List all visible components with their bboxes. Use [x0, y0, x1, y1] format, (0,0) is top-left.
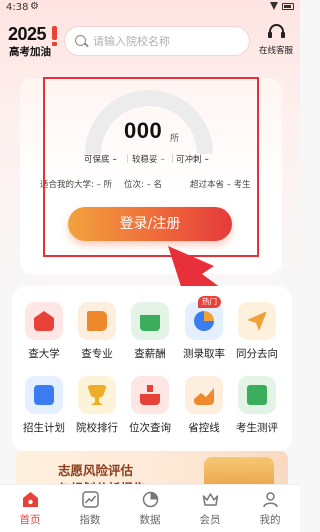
- crown-icon: [202, 493, 219, 506]
- school-icon: [25, 302, 63, 340]
- headset-icon: [268, 24, 285, 38]
- tile-student-assessment[interactable]: 考生测评: [227, 376, 287, 446]
- tile-search-salary[interactable]: 查薪酬: [120, 302, 180, 372]
- tile-rank-query[interactable]: 位次查询: [120, 376, 180, 446]
- status-bar: 4:38 ⚙: [0, 0, 300, 16]
- tab-mine[interactable]: 我的: [240, 485, 300, 532]
- tab-member[interactable]: 会员: [180, 485, 240, 532]
- trend-icon: [82, 491, 99, 508]
- status-time: 4:38: [6, 2, 29, 13]
- online-service-button[interactable]: 在线客服: [252, 22, 300, 58]
- line-chart-icon: [185, 376, 223, 414]
- plan-icon: [25, 376, 63, 414]
- tile-search-major[interactable]: 查专业: [67, 302, 127, 372]
- paper-plane-icon: [238, 302, 276, 340]
- book-icon: [78, 302, 116, 340]
- logo-exclamation-icon: [52, 26, 57, 46]
- app-logo: 2025 高考加油: [8, 24, 63, 58]
- tab-label: 会员: [199, 514, 221, 526]
- search-input[interactable]: [93, 32, 243, 50]
- tab-label: 首页: [19, 514, 41, 526]
- online-service-label: 在线客服: [258, 46, 293, 56]
- search-bar[interactable]: [64, 26, 250, 56]
- clipboard-icon: [238, 376, 276, 414]
- tile-label: 考生测评: [236, 422, 278, 434]
- tile-province-control-line[interactable]: 省控线: [174, 376, 234, 446]
- tile-enrollment-plan[interactable]: 招生计划: [14, 376, 74, 446]
- tab-data[interactable]: 数据: [120, 485, 180, 532]
- logo-year: 2025: [8, 24, 47, 44]
- person-rank-icon: [131, 376, 169, 414]
- tile-admission-rate[interactable]: 热门 测录取率: [174, 296, 234, 372]
- bottom-tab-bar: 首页 指数 数据 会员 我的: [0, 484, 300, 532]
- home-icon: [23, 492, 38, 507]
- tab-label: 数据: [139, 514, 161, 526]
- hot-badge: 热门: [198, 296, 221, 308]
- data-chart-icon: [142, 491, 159, 508]
- search-icon: [75, 35, 86, 46]
- tile-label: 同分去向: [236, 348, 278, 360]
- wifi-icon: [270, 2, 278, 10]
- tile-same-score-destination[interactable]: 同分去向: [227, 302, 287, 372]
- money-icon: [131, 302, 169, 340]
- tab-home[interactable]: 首页: [0, 485, 60, 532]
- tile-college-ranking[interactable]: 院校排行: [67, 376, 127, 446]
- tile-search-university[interactable]: 查大学: [14, 302, 74, 372]
- trophy-icon: [78, 376, 116, 414]
- battery-icon: [282, 3, 294, 10]
- tab-label: 我的: [259, 514, 281, 526]
- banner-title: 志愿风险评估: [58, 463, 134, 478]
- tab-index[interactable]: 指数: [60, 485, 120, 532]
- logo-slogan: 高考加油: [9, 46, 51, 58]
- annotation-highlight-box: [43, 77, 259, 257]
- user-icon: [263, 492, 278, 508]
- tab-label: 指数: [79, 514, 101, 526]
- settings-status-icon: ⚙: [30, 1, 39, 12]
